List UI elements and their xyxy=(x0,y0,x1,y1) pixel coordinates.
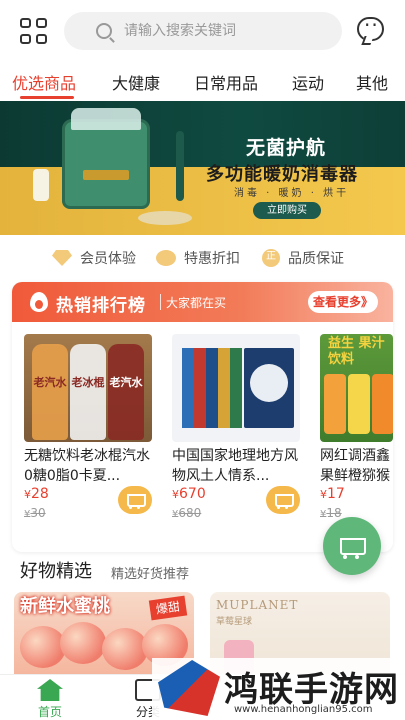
vase-image xyxy=(176,131,184,201)
hot-ranking-title: 热销排行榜 xyxy=(56,296,146,316)
banner-subtitle: 多功能暖奶消毒器 xyxy=(206,164,358,185)
promo-badge: 爆甜 xyxy=(148,595,188,621)
section-subtitle: 精选好货推荐 xyxy=(111,567,190,582)
baby-bottle-image xyxy=(33,169,49,201)
product-price: ¥28 xyxy=(24,486,49,502)
nav-label: 首页 xyxy=(37,705,62,719)
tab-sports[interactable]: 运动 xyxy=(292,70,324,94)
product-name: 中国国家地理地方风物风土人情系... xyxy=(172,448,298,484)
promo-banner[interactable]: 无菌护航 多功能暖奶消毒器 消毒 · 暖奶 · 烘干 立即购买 xyxy=(0,101,405,235)
perk-label: 特惠折扣 xyxy=(184,251,240,267)
home-icon xyxy=(37,679,63,701)
floating-cart-button[interactable] xyxy=(323,517,381,575)
perk-label: 品质保证 xyxy=(288,251,344,267)
product-card[interactable]: 益生 果汁饮料 网红调酒鑫果鲜橙猕猴 ¥17 ¥18 xyxy=(320,334,393,534)
buy-now-button[interactable]: 立即购买 xyxy=(253,202,321,219)
hot-ranking-card: 热销排行榜 大家都在买 查看更多》 老汽水 老冰棍 老汽水 无糖饮料老冰棍汽水0… xyxy=(12,282,393,552)
guarantee-icon: 正 xyxy=(262,249,280,267)
product-name: 无糖饮料老冰棍汽水0糖0脂0卡夏... xyxy=(24,448,150,484)
hot-ranking-subtitle: 大家都在买 xyxy=(166,296,227,310)
active-tab-indicator xyxy=(20,96,74,99)
view-more-button[interactable]: 查看更多》 xyxy=(308,291,378,313)
fire-icon xyxy=(30,292,48,312)
drink-label: 老汽水 xyxy=(33,376,67,389)
add-to-cart-button[interactable] xyxy=(118,486,152,514)
perk-label: 会员体验 xyxy=(80,251,136,267)
promo-title: 新鲜水蜜桃 xyxy=(20,596,110,617)
product-old-price: ¥18 xyxy=(320,506,342,520)
banner-tags: 消毒 · 暖奶 · 烘干 xyxy=(234,188,350,199)
watermark-logo-icon xyxy=(158,660,220,716)
product-price: ¥17 xyxy=(320,486,345,502)
message-icon[interactable] xyxy=(357,13,384,41)
juice-label: 益生 果汁饮料 xyxy=(328,336,385,367)
tab-daily[interactable]: 日常用品 xyxy=(194,70,258,94)
perks-row: 会员体验 特惠折扣 正 品质保证 xyxy=(0,246,405,272)
drink-label: 老冰棍 xyxy=(71,376,105,389)
menu-grid-icon[interactable] xyxy=(20,18,48,44)
hot-ranking-header: 热销排行榜 大家都在买 查看更多》 xyxy=(12,282,393,322)
plate-image xyxy=(138,211,192,225)
watermark-url: www.henanhonglian95.com xyxy=(234,704,373,715)
category-tabs: 优选商品 大健康 日常用品 运动 其他 xyxy=(0,62,405,100)
product-image-books xyxy=(172,334,300,442)
search-icon xyxy=(96,23,112,39)
product-image-juice: 益生 果汁饮料 xyxy=(320,334,393,442)
perk-quality[interactable]: 正 品质保证 xyxy=(262,248,344,268)
banner-title: 无菌护航 xyxy=(246,137,327,159)
product-card[interactable]: 老汽水 老冰棍 老汽水 无糖饮料老冰棍汽水0糖0脂0卡夏... ¥28 ¥30 xyxy=(24,334,152,534)
product-old-price: ¥680 xyxy=(172,506,202,520)
heart-icon xyxy=(156,250,176,266)
search-bar[interactable] xyxy=(64,12,342,50)
product-card[interactable]: 中国国家地理地方风物风土人情系... ¥670 ¥680 xyxy=(172,334,300,534)
diamond-icon xyxy=(52,250,72,266)
site-watermark: 鸿联手游网 www.henanhonglian95.com xyxy=(152,658,405,720)
promo-brand: MUPLANET xyxy=(216,598,299,612)
perk-member[interactable]: 会员体验 xyxy=(52,248,136,268)
product-old-price: ¥30 xyxy=(24,506,46,520)
tab-featured[interactable]: 优选商品 xyxy=(12,70,76,94)
sterilizer-image xyxy=(62,108,150,209)
drink-label: 老汽水 xyxy=(109,376,143,389)
tab-other[interactable]: 其他 xyxy=(356,70,388,94)
add-to-cart-button[interactable] xyxy=(266,486,300,514)
nav-home[interactable]: 首页 xyxy=(20,679,80,720)
top-bar xyxy=(0,0,405,62)
perk-discount[interactable]: 特惠折扣 xyxy=(156,248,240,268)
product-name: 网红调酒鑫果鲜橙猕猴 xyxy=(320,448,390,484)
section-title: 好物精选 xyxy=(20,561,92,582)
tab-health[interactable]: 大健康 xyxy=(112,70,160,94)
product-image-drinks: 老汽水 老冰棍 老汽水 xyxy=(24,334,152,442)
promo-brand-cn: 草莓星球 xyxy=(216,617,253,627)
product-price: ¥670 xyxy=(172,486,206,502)
search-input[interactable] xyxy=(124,20,324,42)
